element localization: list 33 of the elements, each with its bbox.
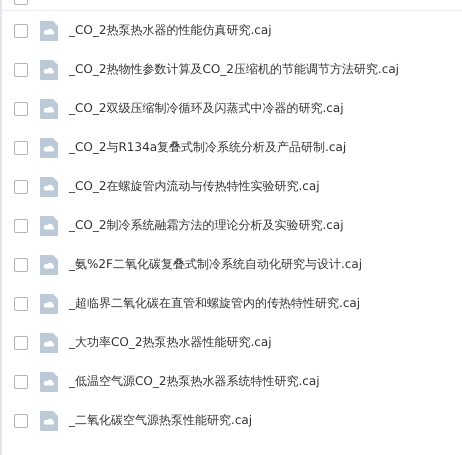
file-icon — [40, 98, 58, 118]
file-name[interactable]: _CO_2与R134a复叠式制冷系统分析及产品研制.caj — [69, 139, 346, 156]
file-icon — [40, 372, 58, 392]
checkbox[interactable] — [14, 24, 28, 38]
checkbox[interactable] — [14, 218, 28, 232]
file-name[interactable]: _CO_2热物性参数计算及CO_2压缩机的节能调节方法研究.caj — [69, 61, 400, 78]
checkbox[interactable] — [14, 180, 28, 194]
file-name[interactable]: _二氧化碳空气源热泵性能研究.caj — [69, 412, 252, 429]
file-icon — [40, 20, 58, 40]
file-name[interactable]: _CO_2制冷系统融霜方法的理论分析及实验研究.caj — [69, 217, 344, 234]
file-name[interactable]: _氨%2F二氧化碳复叠式制冷系统自动化研究与设计.caj — [69, 256, 362, 273]
file-name[interactable]: _CO_2在螺旋管内流动与传热特性实验研究.caj — [69, 178, 320, 195]
file-icon — [40, 138, 58, 158]
checkbox[interactable] — [14, 102, 28, 116]
checkbox[interactable] — [14, 296, 28, 310]
checkbox[interactable] — [14, 62, 28, 76]
file-icon — [40, 254, 58, 274]
checkbox[interactable] — [14, 258, 28, 272]
file-name[interactable]: _CO_2热泵热水器的性能仿真研究.caj — [69, 22, 272, 39]
checkbox[interactable] — [14, 374, 28, 388]
checkbox[interactable] — [14, 414, 28, 428]
file-name[interactable]: _CO_2双级压缩制冷循环及闪蒸式中冷器的研究.caj — [69, 100, 344, 117]
file-icon — [40, 176, 58, 196]
file-icon — [40, 332, 58, 352]
file-icon — [40, 60, 58, 80]
file-icon — [40, 410, 58, 430]
checkbox[interactable] — [14, 140, 28, 154]
file-name[interactable]: _大功率CO_2热泵热水器性能研究.caj — [69, 334, 272, 351]
file-icon — [40, 216, 58, 236]
file-name[interactable]: _低温空气源CO_2热泵热水器系统特性研究.caj — [69, 373, 320, 390]
checkbox[interactable] — [14, 336, 28, 350]
file-name[interactable]: _超临界二氧化碳在直管和螺旋管内的传热特性研究.caj — [69, 295, 360, 312]
file-icon — [40, 294, 58, 314]
